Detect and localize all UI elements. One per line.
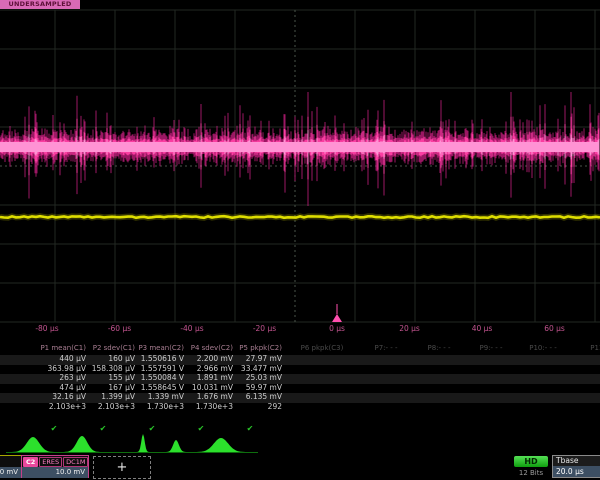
histicon-p2 <box>60 436 104 452</box>
time-tick-label: 60 µs <box>533 324 577 334</box>
c2-coupling-chip: DC1M <box>63 457 88 467</box>
trigger-time-marker[interactable] <box>332 314 342 322</box>
measurement-status-check: ✔ <box>238 423 262 434</box>
channel-descriptor-c1[interactable]: DC1M 10.0 mV <box>0 455 22 478</box>
time-tick-label: -20 µs <box>243 324 287 334</box>
c2-mode-chip: ERES <box>39 457 62 467</box>
timebase-title: Tbase <box>553 456 600 466</box>
time-tick-label: -80 µs <box>25 324 69 334</box>
histicon-p5 <box>191 438 251 452</box>
measurement-status-check: ✔ <box>42 423 66 434</box>
measurement-header-inactive[interactable]: P11:- - - <box>569 343 600 354</box>
measurement-sdev: 6.135 mV <box>220 392 282 402</box>
time-tick-label: -40 µs <box>170 324 214 334</box>
measurement-max: 59.97 mV <box>220 383 282 393</box>
c1-scale-value: 10.0 mV <box>0 467 21 478</box>
measurement-num: 292 <box>220 402 282 412</box>
measurement-status-check: ✔ <box>91 423 115 434</box>
add-trace-button[interactable]: + <box>93 456 151 479</box>
timebase-value: 20.0 µs <box>553 466 600 477</box>
measurement-status-check: ✔ <box>189 423 213 434</box>
time-tick-label: 40 µs <box>460 324 504 334</box>
histicon-p3 <box>136 434 150 452</box>
measurement-header: P5 pkpk(C2) <box>220 343 282 354</box>
oscilloscope-screen: UNDERSAMPLED -100 µs-80 µs-60 µs-40 µs-2… <box>0 0 600 480</box>
time-tick-label: 0 µs <box>315 324 359 334</box>
histicon-p1 <box>7 437 59 452</box>
c2-scale-value: 10.0 mV <box>22 467 88 478</box>
c2-name-chip: C2 <box>23 457 38 467</box>
graticule-center-axes <box>0 10 600 322</box>
trace-c1 <box>0 216 600 218</box>
measurement-status-check: ✔ <box>140 423 164 434</box>
channel-descriptor-c2[interactable]: C2 ERES DC1M 10.0 mV <box>21 455 89 478</box>
timebase-descriptor[interactable]: Tbase 20.0 µs <box>552 455 600 478</box>
measurement-mean: 33.477 mV <box>220 364 282 374</box>
hd-bits-label: 12 Bits <box>510 469 552 478</box>
time-tick-label: -60 µs <box>98 324 142 334</box>
measurement-header-inactive[interactable]: P6 pkpk(C3) <box>287 343 357 354</box>
measurement-column-p5[interactable]: P5 pkpk(C2)27.97 mV33.477 mV25.03 mV59.9… <box>220 343 282 412</box>
time-tick-label: 20 µs <box>388 324 432 334</box>
histicon-p4 <box>164 440 188 452</box>
measurement-value: 27.97 mV <box>220 354 282 364</box>
hd-mode-badge[interactable]: HD <box>514 456 548 467</box>
measurement-header-inactive[interactable]: P10:- - - <box>508 343 578 354</box>
measurement-min: 25.03 mV <box>220 373 282 383</box>
